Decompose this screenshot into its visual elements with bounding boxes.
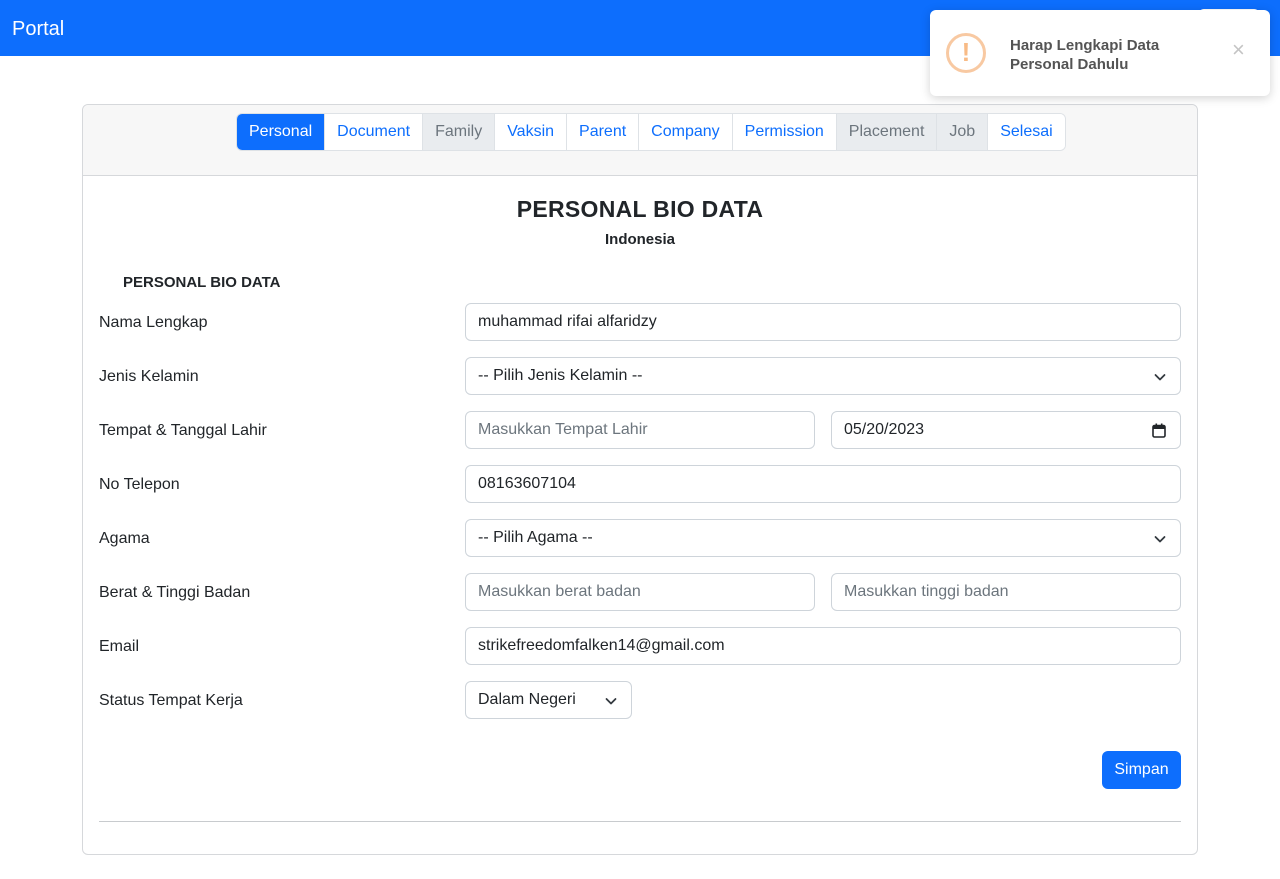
- page-subtitle: Indonesia: [604, 231, 675, 248]
- telepon-label: No Telepon: [99, 476, 180, 493]
- email-input[interactable]: strikefreedomfalken14@gmail.com: [465, 627, 1181, 665]
- tempat-lahir-input[interactable]: Masukkan Tempat Lahir: [465, 411, 815, 449]
- tab-personal[interactable]: Personal: [237, 114, 326, 150]
- tab-vaksin[interactable]: Vaksin: [495, 114, 568, 150]
- warning-toast: ! Harap Lengkapi Data Personal Dahulu: [930, 10, 1270, 96]
- tab-parent[interactable]: Parent: [567, 114, 640, 150]
- close-icon[interactable]: ×: [1232, 39, 1245, 61]
- chevron-down-icon: [1154, 374, 1166, 381]
- ttl-label: Tempat & Tanggal Lahir: [99, 422, 267, 439]
- tab-company[interactable]: Company: [639, 114, 733, 150]
- step-tabs: Personal Document Family Vaksin Parent Compan…: [236, 113, 1066, 151]
- tanggal-lahir-value: 05/20/2023: [844, 421, 925, 438]
- tab-family[interactable]: Family: [423, 114, 496, 150]
- email-label: Email: [99, 638, 140, 655]
- tab-selesai[interactable]: Selesai: [988, 114, 1065, 150]
- agama-label: Agama: [99, 530, 150, 547]
- divider: [99, 821, 1181, 822]
- status-select-value: Dalam Negeri: [478, 691, 576, 708]
- toast-message: Harap Lengkapi Data Personal Dahulu: [1010, 37, 1160, 73]
- personal-card: Personal Document Family Vaksin Parent Compan…: [82, 104, 1198, 855]
- status-label: Status Tempat Kerja: [99, 692, 243, 709]
- chevron-down-icon: [605, 698, 617, 705]
- chevron-down-icon: [1154, 536, 1166, 543]
- tab-permission[interactable]: Permission: [732, 114, 837, 150]
- page-title: PERSONAL BIO DATA: [516, 196, 764, 222]
- nama-input[interactable]: muhammad rifai alfaridzy: [465, 303, 1181, 341]
- save-button[interactable]: Simpan: [1102, 751, 1181, 789]
- nama-label: Nama Lengkap: [99, 314, 208, 331]
- gender-label: Jenis Kelamin: [99, 368, 199, 385]
- berat-tinggi-label: Berat & Tinggi Badan: [99, 584, 251, 601]
- tab-document[interactable]: Document: [325, 114, 424, 150]
- calendar-icon[interactable]: [1152, 423, 1166, 438]
- exclamation-icon: !: [946, 33, 986, 73]
- gender-select-value: -- Pilih Jenis Kelamin --: [478, 367, 643, 384]
- tinggi-input[interactable]: Masukkan tinggi badan: [831, 573, 1181, 611]
- telepon-input[interactable]: 08163607104: [465, 465, 1181, 503]
- agama-select-value: -- Pilih Agama --: [478, 529, 593, 546]
- tab-job[interactable]: Job: [937, 114, 989, 150]
- brand-link[interactable]: Portal: [12, 17, 64, 41]
- section-title: PERSONAL BIO DATA: [123, 274, 281, 291]
- berat-input[interactable]: Masukkan berat badan: [465, 573, 815, 611]
- agama-select[interactable]: -- Pilih Agama --: [465, 519, 1181, 557]
- card-header: Personal Document Family Vaksin Parent Compan…: [83, 105, 1197, 176]
- tanggal-lahir-input[interactable]: 05/20/2023: [831, 411, 1181, 449]
- status-select[interactable]: Dalam Negeri: [465, 681, 632, 719]
- gender-select[interactable]: -- Pilih Jenis Kelamin --: [465, 357, 1181, 395]
- tab-placement[interactable]: Placement: [836, 114, 938, 150]
